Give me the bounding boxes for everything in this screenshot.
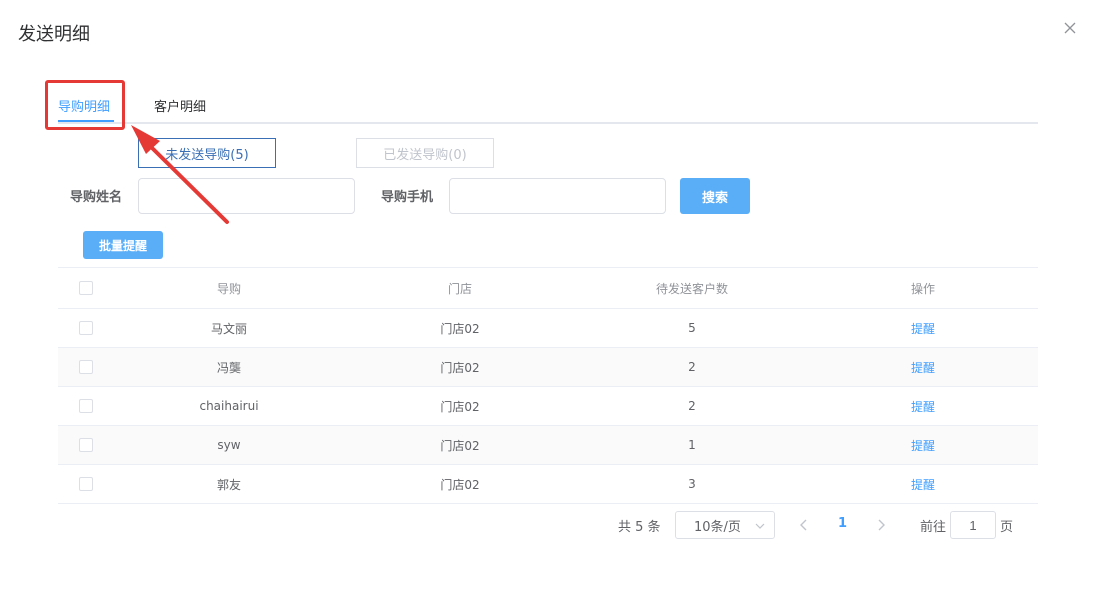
cell-store: 门店02 bbox=[440, 438, 480, 453]
select-all-checkbox[interactable] bbox=[79, 281, 93, 295]
row-checkbox[interactable] bbox=[79, 360, 93, 374]
pagination: 共 5 条 10条/页 1 前往 页 bbox=[0, 511, 1096, 539]
remind-link[interactable]: 提醒 bbox=[911, 437, 935, 454]
header-pending-count: 待发送客户数 bbox=[655, 281, 728, 296]
row-checkbox[interactable] bbox=[79, 438, 93, 452]
table-row: 马文丽 门店02 5 提醒 bbox=[58, 309, 1038, 348]
table-header-row: 导购 门店 待发送客户数 操作 bbox=[58, 268, 1038, 309]
chevron-right-icon[interactable] bbox=[873, 517, 889, 533]
page-suffix-label: 页 bbox=[1000, 520, 1014, 535]
chevron-down-icon bbox=[755, 523, 765, 529]
goto-label: 前往 bbox=[920, 520, 947, 535]
cell-store: 门店02 bbox=[440, 477, 480, 492]
batch-remind-button[interactable]: 批量提醒 bbox=[83, 231, 163, 259]
tab-bar: 导购明细 客户明细 bbox=[58, 88, 1038, 124]
row-checkbox[interactable] bbox=[79, 321, 93, 335]
cell-pending-count: 3 bbox=[688, 477, 696, 491]
annotation-highlight-box bbox=[45, 80, 125, 130]
dialog-title: 发送明细 bbox=[18, 24, 90, 45]
table-row: syw 门店02 1 提醒 bbox=[58, 426, 1038, 465]
chevron-left-icon[interactable] bbox=[796, 517, 812, 533]
cell-store: 门店02 bbox=[440, 321, 480, 336]
pagination-total: 共 5 条 bbox=[618, 520, 661, 535]
close-icon[interactable] bbox=[1061, 19, 1079, 37]
cell-pending-count: 2 bbox=[688, 399, 696, 413]
table-row: chaihairui 门店02 2 提醒 bbox=[58, 387, 1038, 426]
guide-phone-label: 导购手机 bbox=[381, 190, 434, 205]
cell-store: 门店02 bbox=[440, 360, 480, 375]
remind-link[interactable]: 提醒 bbox=[911, 398, 935, 415]
cell-pending-count: 2 bbox=[688, 360, 696, 374]
cell-pending-count: 1 bbox=[688, 438, 696, 452]
page-size-value: 10条/页 bbox=[694, 519, 741, 535]
page-number-current[interactable]: 1 bbox=[838, 516, 847, 531]
cell-pending-count: 5 bbox=[688, 321, 696, 335]
cell-guide: 马文丽 bbox=[210, 321, 247, 336]
cell-guide: chaihairui bbox=[199, 399, 259, 413]
search-button[interactable]: 搜索 bbox=[680, 178, 750, 214]
remind-link[interactable]: 提醒 bbox=[911, 320, 935, 337]
header-guide: 导购 bbox=[216, 281, 241, 296]
guide-phone-input[interactable] bbox=[449, 178, 666, 214]
page-size-select[interactable]: 10条/页 bbox=[675, 511, 775, 539]
guide-name-input[interactable] bbox=[138, 178, 355, 214]
tab-customer-detail[interactable]: 客户明细 bbox=[154, 96, 206, 115]
header-store: 门店 bbox=[447, 281, 472, 296]
cell-store: 门店02 bbox=[440, 399, 480, 414]
cell-guide: 郭友 bbox=[216, 477, 241, 492]
guide-table: 导购 门店 待发送客户数 操作 马文丽 门店02 5 提醒 冯龑 门店02 2 … bbox=[58, 267, 1038, 504]
cell-guide: syw bbox=[217, 438, 241, 452]
row-checkbox[interactable] bbox=[79, 399, 93, 413]
row-checkbox[interactable] bbox=[79, 477, 93, 491]
table-row: 冯龑 门店02 2 提醒 bbox=[58, 348, 1038, 387]
remind-link[interactable]: 提醒 bbox=[911, 476, 935, 493]
guide-name-label: 导购姓名 bbox=[70, 190, 123, 205]
remind-link[interactable]: 提醒 bbox=[911, 359, 935, 376]
sent-guides-button[interactable]: 已发送导购(0) bbox=[356, 138, 494, 168]
table-row: 郭友 门店02 3 提醒 bbox=[58, 465, 1038, 504]
goto-page-input[interactable] bbox=[950, 511, 996, 539]
header-action: 操作 bbox=[910, 281, 935, 296]
cell-guide: 冯龑 bbox=[216, 360, 241, 375]
unsent-guides-button[interactable]: 未发送导购(5) bbox=[138, 138, 276, 168]
